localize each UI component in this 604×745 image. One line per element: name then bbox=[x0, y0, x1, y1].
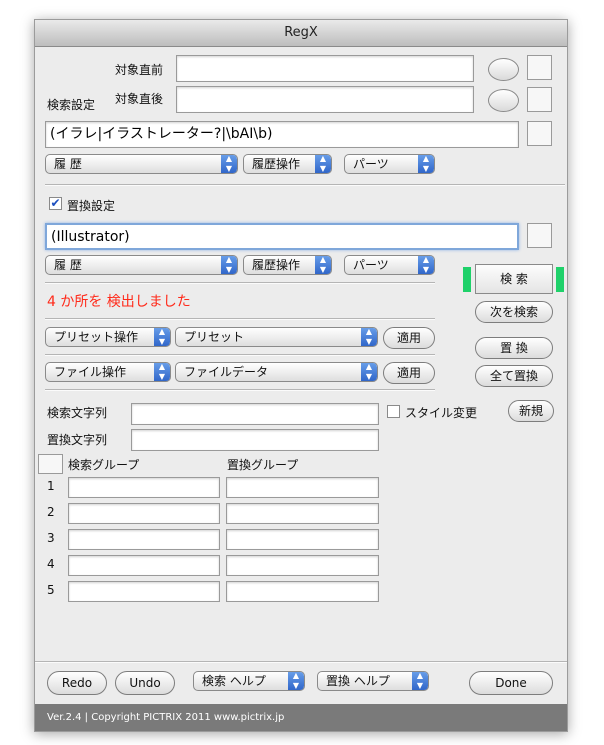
preset-select-popup[interactable]: プリセット ▲ ▼ bbox=[175, 327, 378, 347]
search-group-field[interactable] bbox=[68, 529, 220, 550]
window-title: RegX bbox=[35, 20, 567, 47]
search-settings-label: 検索設定 bbox=[47, 98, 96, 112]
preset-ops-popup[interactable]: プリセット操作 ▲ ▼ bbox=[45, 327, 171, 347]
replace-group-field[interactable] bbox=[226, 555, 379, 576]
preset-select-label: プリセット bbox=[184, 330, 245, 344]
group-row-number: 3 bbox=[47, 531, 55, 545]
updown-arrow-icon: ▲ ▼ bbox=[154, 363, 170, 381]
search-history-label: 履 歴 bbox=[54, 157, 82, 171]
file-ops-popup[interactable]: ファイル操作 ▲ ▼ bbox=[45, 362, 171, 382]
updown-arrow-icon: ▲ ▼ bbox=[315, 155, 331, 173]
updown-arrow-icon: ▲ ▼ bbox=[315, 256, 331, 274]
updown-arrow-icon: ▲ ▼ bbox=[412, 672, 428, 690]
search-history-ops-label: 履歴操作 bbox=[252, 157, 301, 171]
updown-arrow-icon: ▲ ▼ bbox=[418, 155, 434, 173]
regx-window: RegX 対象直前 検索設定 対象直後 (イラレ|イラストレーター?|\bAI\… bbox=[34, 19, 568, 732]
group-row-number: 4 bbox=[47, 557, 55, 571]
updown-arrow-icon: ▲ ▼ bbox=[361, 363, 377, 381]
replace-pattern-square-button[interactable] bbox=[527, 223, 552, 248]
after-field[interactable] bbox=[176, 86, 474, 113]
before-field[interactable] bbox=[176, 55, 474, 82]
replace-settings-checkbox[interactable]: ✔ bbox=[49, 197, 62, 210]
search-help-label: 検索 ヘルプ bbox=[202, 674, 266, 688]
replace-help-label: 置換 ヘルプ bbox=[326, 674, 390, 688]
divider bbox=[45, 389, 435, 391]
search-pattern-square-button[interactable] bbox=[527, 121, 552, 146]
group-toggle-button[interactable] bbox=[38, 454, 63, 474]
replace-parts-label: パーツ bbox=[353, 258, 389, 272]
search-group-field[interactable] bbox=[68, 477, 220, 498]
replace-all-button[interactable]: 全て置換 bbox=[475, 365, 553, 387]
right-indicator bbox=[556, 267, 564, 292]
left-indicator bbox=[463, 267, 471, 292]
search-parts-popup[interactable]: パーツ ▲ ▼ bbox=[344, 154, 435, 174]
replace-group-header: 置換グループ bbox=[227, 458, 299, 472]
after-square-button[interactable] bbox=[527, 87, 552, 112]
footer-version: Ver.2.4 | Copyright PICTRIX 2011 www.pic… bbox=[35, 704, 567, 731]
search-history-ops-popup[interactable]: 履歴操作 ▲ ▼ bbox=[243, 154, 332, 174]
updown-arrow-icon: ▲ ▼ bbox=[288, 672, 304, 690]
before-option-button[interactable] bbox=[488, 58, 519, 81]
replace-button[interactable]: 置 換 bbox=[475, 337, 553, 359]
updown-arrow-icon: ▲ ▼ bbox=[221, 256, 237, 274]
group-row-number: 5 bbox=[47, 583, 55, 597]
file-select-popup[interactable]: ファイルデータ ▲ ▼ bbox=[175, 362, 378, 382]
replace-history-ops-popup[interactable]: 履歴操作 ▲ ▼ bbox=[243, 255, 332, 275]
replace-history-ops-label: 履歴操作 bbox=[252, 258, 301, 272]
search-group-field[interactable] bbox=[68, 503, 220, 524]
replace-group-field[interactable] bbox=[226, 529, 379, 550]
updown-arrow-icon: ▲ ▼ bbox=[154, 328, 170, 346]
file-ops-label: ファイル操作 bbox=[54, 365, 127, 379]
search-help-popup[interactable]: 検索 ヘルプ ▲ ▼ bbox=[193, 671, 305, 691]
style-change-checkbox[interactable] bbox=[387, 405, 400, 418]
group-row-number: 1 bbox=[47, 479, 55, 493]
replace-pattern-input[interactable]: (Illustrator) bbox=[45, 223, 519, 250]
replace-group-field[interactable] bbox=[226, 477, 379, 498]
group-row-number: 2 bbox=[47, 505, 55, 519]
replace-parts-popup[interactable]: パーツ ▲ ▼ bbox=[344, 255, 435, 275]
preset-apply-button[interactable]: 適用 bbox=[383, 327, 435, 349]
search-history-popup[interactable]: 履 歴 ▲ ▼ bbox=[45, 154, 238, 174]
replace-history-popup[interactable]: 履 歴 ▲ ▼ bbox=[45, 255, 238, 275]
after-option-button[interactable] bbox=[488, 89, 519, 112]
search-button[interactable]: 検 索 bbox=[475, 264, 553, 294]
updown-arrow-icon: ▲ ▼ bbox=[361, 328, 377, 346]
file-select-label: ファイルデータ bbox=[184, 365, 269, 379]
search-string-label: 検索文字列 bbox=[47, 406, 108, 420]
divider bbox=[45, 318, 435, 320]
divider bbox=[45, 184, 565, 186]
file-apply-button[interactable]: 適用 bbox=[383, 362, 435, 384]
search-group-field[interactable] bbox=[68, 581, 220, 602]
search-group-header: 検索グループ bbox=[68, 458, 140, 472]
preset-ops-label: プリセット操作 bbox=[54, 330, 139, 344]
divider bbox=[45, 354, 435, 356]
done-button[interactable]: Done bbox=[469, 671, 553, 695]
replace-group-field[interactable] bbox=[226, 581, 379, 602]
replace-string-field[interactable] bbox=[131, 429, 379, 451]
search-pattern-input[interactable]: (イラレ|イラストレーター?|\bAI\b) bbox=[45, 121, 519, 148]
search-group-field[interactable] bbox=[68, 555, 220, 576]
after-label: 対象直後 bbox=[115, 92, 164, 106]
new-button[interactable]: 新規 bbox=[508, 400, 554, 422]
divider bbox=[45, 282, 435, 284]
updown-arrow-icon: ▲ ▼ bbox=[418, 256, 434, 274]
style-change-label: スタイル変更 bbox=[405, 406, 478, 420]
search-string-field[interactable] bbox=[131, 403, 379, 425]
divider bbox=[35, 661, 567, 663]
redo-button[interactable]: Redo bbox=[47, 671, 107, 695]
search-parts-label: パーツ bbox=[353, 157, 389, 171]
replace-help-popup[interactable]: 置換 ヘルプ ▲ ▼ bbox=[317, 671, 429, 691]
replace-history-label: 履 歴 bbox=[54, 258, 82, 272]
replace-string-label: 置換文字列 bbox=[47, 433, 108, 447]
find-next-button[interactable]: 次を検索 bbox=[475, 301, 553, 323]
status-message: 4 か所を 検出しました bbox=[47, 294, 191, 310]
updown-arrow-icon: ▲ ▼ bbox=[221, 155, 237, 173]
undo-button[interactable]: Undo bbox=[115, 671, 175, 695]
before-square-button[interactable] bbox=[527, 55, 552, 80]
replace-settings-label: 置換設定 bbox=[67, 199, 116, 213]
before-label: 対象直前 bbox=[115, 63, 164, 77]
replace-group-field[interactable] bbox=[226, 503, 379, 524]
